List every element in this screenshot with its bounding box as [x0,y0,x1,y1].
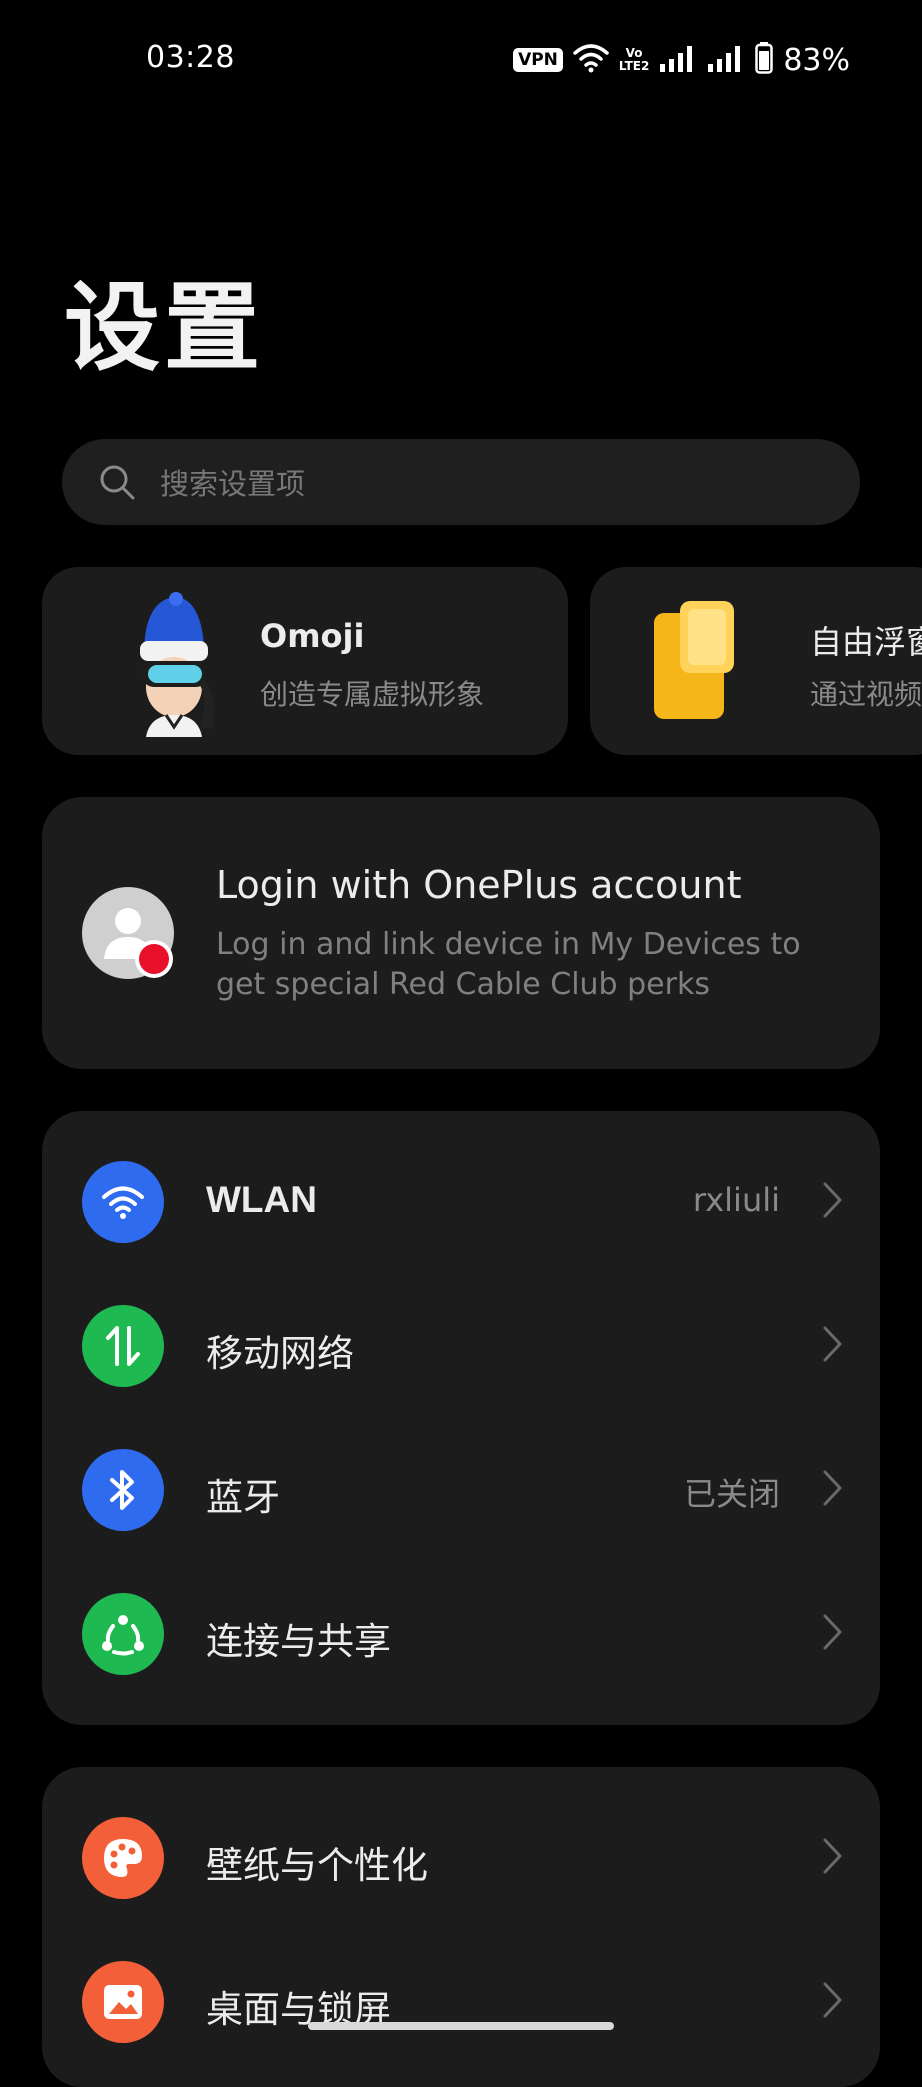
account-card[interactable]: Login with OnePlus account Log in and li… [42,797,880,1069]
connectivity-group: WLAN rxliuli 移动网络 蓝牙 已关闭 连接与共享 [42,1111,880,1725]
wlan-value: rxliuli [692,1181,780,1219]
battery-percentage: 83% [783,42,850,78]
omoji-title: Omoji [260,617,365,655]
omoji-avatar [140,592,215,737]
vpn-icon: VPN [513,48,563,72]
page-title: 设置 [64,272,264,384]
signal-icon-2 [707,44,745,76]
status-bar: 03:28 VPN Vo LTE2 83% [0,0,922,120]
bluetooth-label: 蓝牙 [206,1476,280,1519]
wallpaper-label: 壁纸与个性化 [206,1844,428,1887]
settings-row-home-lock-screen[interactable]: 桌面与锁屏 [42,1929,880,2073]
chevron-right-icon [823,1182,842,1218]
account-title: Login with OnePlus account [216,863,742,907]
home-indicator[interactable] [308,2022,614,2030]
account-avatar-icon [82,887,174,979]
search-icon [100,465,135,500]
connection-sharing-label: 连接与共享 [206,1620,391,1663]
wlan-label: WLAN [206,1179,317,1220]
mobile-data-icon [82,1305,164,1387]
omoji-subtitle: 创造专属虚拟形象 [260,678,485,711]
chevron-right-icon [823,1470,842,1506]
signal-icon-1 [659,44,697,76]
search-placeholder: 搜索设置项 [160,467,306,501]
settings-row-wallpaper[interactable]: 壁纸与个性化 [42,1785,880,1929]
wifi-icon [82,1161,164,1243]
mobile-network-label: 移动网络 [206,1332,354,1375]
floating-window-card[interactable]: 自由浮窗 通过视频 [590,567,922,755]
palette-icon [82,1817,164,1899]
bluetooth-value: 已关闭 [683,1475,780,1513]
battery-icon [755,42,774,78]
search-bar[interactable]: 搜索设置项 [62,439,860,525]
settings-row-mobile-network[interactable]: 移动网络 [42,1273,880,1417]
chevron-right-icon [823,1614,842,1650]
omoji-card[interactable]: Omoji 创造专属虚拟形象 [42,567,568,755]
floating-window-title: 自由浮窗 [810,623,922,661]
settings-row-bluetooth[interactable]: 蓝牙 已关闭 [42,1417,880,1561]
settings-row-connection-sharing[interactable]: 连接与共享 [42,1561,880,1705]
share-icon [82,1593,164,1675]
chevron-right-icon [823,1326,842,1362]
chevron-right-icon [823,1982,842,2018]
account-subtitle: Log in and link device in My Devices to … [216,927,801,1002]
status-icons: VPN Vo LTE2 83% [513,40,850,80]
floating-window-subtitle: 通过视频 [810,678,922,711]
volte-icon: Vo LTE2 [618,46,650,73]
status-time: 03:28 [146,40,235,75]
wifi-status-icon [573,43,609,77]
personalization-group: 壁纸与个性化 桌面与锁屏 [42,1767,880,2087]
bluetooth-icon [82,1449,164,1531]
settings-row-wlan[interactable]: WLAN rxliuli [42,1129,880,1273]
chevron-right-icon [823,1838,842,1874]
floating-window-icon [654,601,734,719]
image-icon [82,1961,164,2043]
